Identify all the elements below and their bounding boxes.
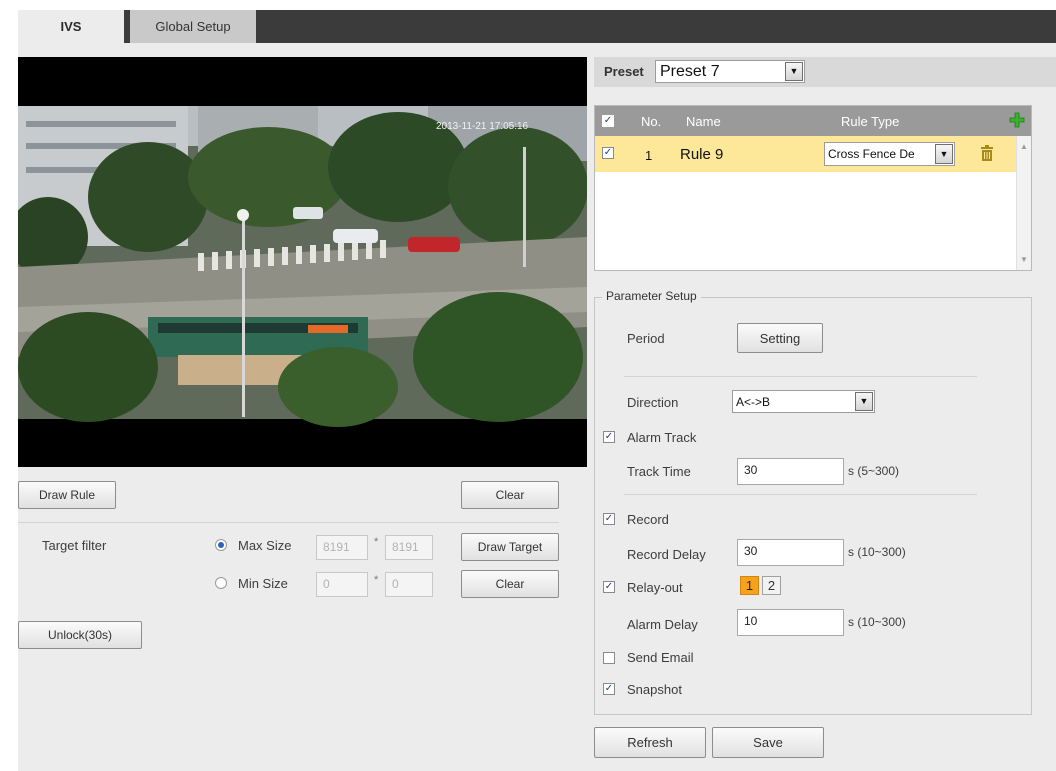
header-name: Name (686, 114, 721, 129)
alarm-track-checkbox[interactable]: ✓ (603, 431, 615, 443)
row-no: 1 (645, 148, 653, 163)
track-time-label: Track Time (627, 464, 691, 479)
alarm-delay-range: s (10~300) (848, 615, 906, 629)
record-delay-input[interactable]: 30 (737, 539, 844, 566)
direction-label: Direction (627, 395, 679, 410)
divider (18, 522, 559, 523)
rule-table-header: ✓ No. Name Rule Type (595, 106, 1031, 136)
max-size-label: Max Size (238, 538, 292, 553)
min-size-height-input[interactable]: 0 (385, 572, 433, 597)
relay-out-checkbox[interactable]: ✓ (603, 581, 615, 593)
relay-1-button[interactable]: 1 (740, 576, 759, 595)
parameter-setup-legend: Parameter Setup (602, 289, 701, 303)
min-size-label: Min Size (238, 576, 288, 591)
header-no: No. (641, 114, 662, 129)
scroll-down-icon[interactable]: ▼ (1020, 255, 1028, 264)
draw-rule-button[interactable]: Draw Rule (18, 481, 116, 509)
preset-value: Preset 7 (660, 63, 720, 80)
select-all-checkbox[interactable]: ✓ (602, 115, 614, 127)
trash-icon[interactable] (980, 145, 994, 161)
video-timestamp: 2013-11-21 17:05:16 (436, 121, 529, 132)
scroll-up-icon[interactable]: ▲ (1020, 142, 1028, 151)
direction-value: A<->B (736, 395, 771, 409)
min-size-radio[interactable] (215, 577, 227, 589)
rule-type-value: Cross Fence De (828, 147, 915, 161)
rule-table-scrollbar[interactable]: ▲ ▼ (1016, 136, 1031, 270)
record-delay-range: s (10~300) (848, 545, 906, 559)
send-email-checkbox[interactable] (603, 652, 615, 664)
tab-bar: IVS Global Setup (18, 10, 1056, 43)
period-setting-button[interactable]: Setting (737, 323, 823, 353)
divider (624, 376, 977, 377)
video-preview[interactable]: 2013-11-21 17:05:16 (18, 57, 587, 467)
alarm-track-label: Alarm Track (627, 430, 697, 445)
preset-select[interactable]: Preset 7 ▼ (655, 60, 805, 83)
chevron-down-icon[interactable]: ▼ (935, 144, 953, 164)
snapshot-label: Snapshot (627, 682, 682, 697)
track-time-input[interactable]: 30 (737, 458, 844, 485)
relay-out-label: Relay-out (627, 580, 683, 595)
row-name[interactable]: Rule 9 (680, 146, 723, 163)
clear-target-button[interactable]: Clear (461, 570, 559, 598)
preset-row: Preset Preset 7 ▼ (594, 57, 1056, 87)
target-filter-label: Target filter (42, 538, 107, 553)
add-rule-icon[interactable] (1009, 112, 1025, 128)
refresh-button[interactable]: Refresh (594, 727, 706, 758)
track-time-range: s (5~300) (848, 464, 900, 478)
chevron-down-icon[interactable]: ▼ (785, 62, 803, 81)
rule-type-select[interactable]: Cross Fence De ▼ (824, 142, 955, 166)
tab-global-setup[interactable]: Global Setup (130, 10, 256, 43)
rule-table: ✓ No. Name Rule Type ✓ 1 Rule 9 Cross Fe… (594, 105, 1032, 271)
clear-rule-button[interactable]: Clear (461, 481, 559, 509)
relay-2-button[interactable]: 2 (762, 576, 781, 595)
record-label: Record (627, 512, 669, 527)
draw-target-button[interactable]: Draw Target (461, 533, 559, 561)
snapshot-checkbox[interactable]: ✓ (603, 683, 615, 695)
row-checkbox[interactable]: ✓ (602, 147, 614, 159)
chevron-down-icon[interactable]: ▼ (855, 392, 873, 411)
max-size-height-input[interactable]: 8191 (385, 535, 433, 560)
preset-label: Preset (604, 64, 644, 79)
record-delay-label: Record Delay (627, 547, 706, 562)
divider (624, 494, 977, 495)
max-size-width-input[interactable]: 8191 (316, 535, 368, 560)
table-row[interactable]: ✓ 1 Rule 9 Cross Fence De ▼ (595, 136, 1016, 172)
header-rule-type: Rule Type (841, 114, 900, 129)
alarm-delay-label: Alarm Delay (627, 617, 698, 632)
unlock-button[interactable]: Unlock(30s) (18, 621, 142, 649)
alarm-delay-input[interactable]: 10 (737, 609, 844, 636)
direction-select[interactable]: A<->B ▼ (732, 390, 875, 413)
max-size-radio[interactable] (215, 539, 227, 551)
video-frame: 2013-11-21 17:05:16 (18, 57, 587, 467)
tab-ivs[interactable]: IVS (18, 10, 124, 43)
send-email-label: Send Email (627, 650, 694, 665)
min-size-width-input[interactable]: 0 (316, 572, 368, 597)
record-checkbox[interactable]: ✓ (603, 513, 615, 525)
size-separator: * (374, 536, 379, 548)
save-button[interactable]: Save (712, 727, 824, 758)
size-separator: * (374, 574, 379, 586)
period-label: Period (627, 331, 665, 346)
